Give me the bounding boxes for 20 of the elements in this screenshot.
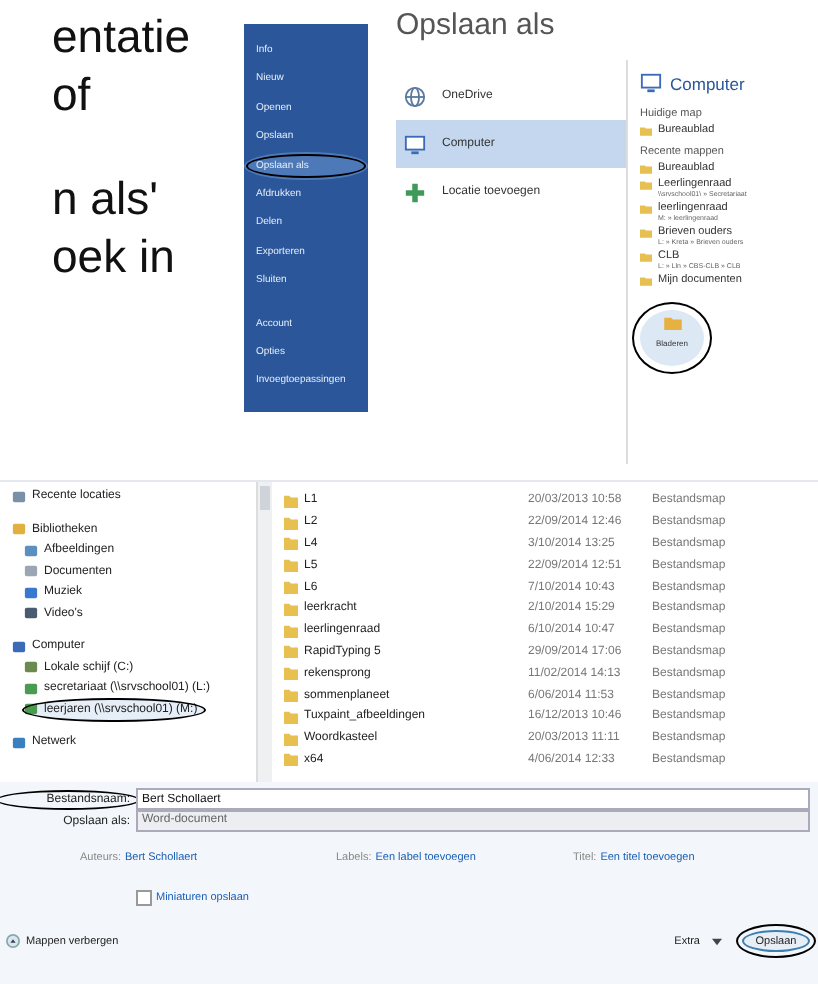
caret-icon — [712, 937, 722, 945]
folder-icon — [640, 204, 652, 214]
scrollbar[interactable] — [256, 482, 272, 782]
monitor-icon — [404, 133, 426, 155]
panel-title: Opslaan als — [396, 8, 557, 46]
folder-icon — [640, 276, 652, 286]
location-heading: Computer — [640, 72, 818, 94]
collapse-icon — [6, 934, 20, 948]
monitor-icon — [640, 72, 662, 94]
globe-icon — [404, 85, 426, 107]
document-text: of — [52, 66, 93, 124]
folder-icon — [640, 228, 652, 238]
folder-icon — [640, 252, 652, 262]
document-text: oek in — [52, 228, 177, 286]
folder-icon — [640, 126, 652, 136]
checkbox[interactable] — [136, 890, 152, 906]
document-text: n als' — [52, 170, 160, 228]
plus-icon — [404, 181, 426, 203]
document-text: entatie — [52, 8, 193, 66]
folder-icon — [663, 316, 681, 330]
